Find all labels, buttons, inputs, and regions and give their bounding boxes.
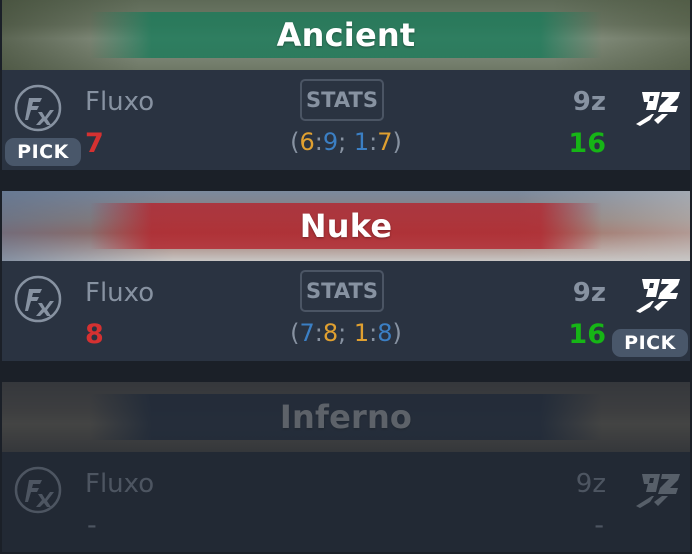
map-name: Nuke bbox=[299, 207, 393, 245]
half2-team2-score: 7 bbox=[377, 128, 393, 156]
match-result-panel: Fluxo 8 STATS (7:8; 1:8) 9z 16 PICK bbox=[2, 261, 690, 361]
team1-score: 7 bbox=[85, 128, 104, 159]
team2-name: 9z bbox=[575, 469, 606, 499]
team2-score: - bbox=[594, 510, 604, 541]
pick-badge: PICK bbox=[612, 329, 688, 357]
9z-logo-icon bbox=[632, 271, 680, 319]
stats-button[interactable]: STATS bbox=[300, 270, 384, 312]
half-scores: (6:9; 1:7) bbox=[290, 128, 402, 156]
match-result-panel: PICK Fluxo 7 STATS (6:9; 1:7) 9z 16 bbox=[2, 70, 690, 170]
half2-team1-score: 1 bbox=[353, 128, 370, 156]
team2-score: 16 bbox=[568, 128, 606, 159]
half2-team2-score: 8 bbox=[377, 319, 393, 347]
team1-name: Fluxo bbox=[85, 278, 155, 308]
stats-button[interactable]: STATS bbox=[300, 79, 384, 121]
map-name: Inferno bbox=[279, 398, 413, 436]
fluxo-logo-icon bbox=[14, 84, 62, 132]
half1-team1-score: 7 bbox=[299, 319, 315, 347]
9z-logo-icon bbox=[632, 466, 680, 514]
team1-score: - bbox=[87, 510, 97, 541]
half1-team1-score: 6 bbox=[299, 128, 315, 156]
team1-score: 8 bbox=[85, 319, 104, 350]
team2-name: 9z bbox=[572, 278, 606, 308]
team2-name: 9z bbox=[572, 87, 606, 117]
half2-team1-score: 1 bbox=[353, 319, 370, 347]
map-banner-nuke: Nuke bbox=[2, 191, 690, 261]
half1-team2-score: 9 bbox=[322, 128, 339, 156]
half-scores: (7:8; 1:8) bbox=[290, 319, 402, 347]
map-banner-ancient: Ancient bbox=[2, 0, 690, 70]
pick-badge: PICK bbox=[5, 138, 81, 166]
team2-score: 16 bbox=[568, 319, 606, 350]
team1-name: Fluxo bbox=[85, 87, 155, 117]
fluxo-logo-icon bbox=[14, 275, 62, 323]
map-name: Ancient bbox=[276, 16, 416, 54]
9z-logo-icon bbox=[632, 84, 680, 132]
half1-team2-score: 8 bbox=[322, 319, 339, 347]
team1-name: Fluxo bbox=[85, 469, 155, 499]
map-banner-inferno: Inferno bbox=[2, 382, 690, 452]
match-result-panel: Fluxo - 9z - bbox=[2, 452, 690, 552]
fluxo-logo-icon bbox=[14, 466, 62, 514]
